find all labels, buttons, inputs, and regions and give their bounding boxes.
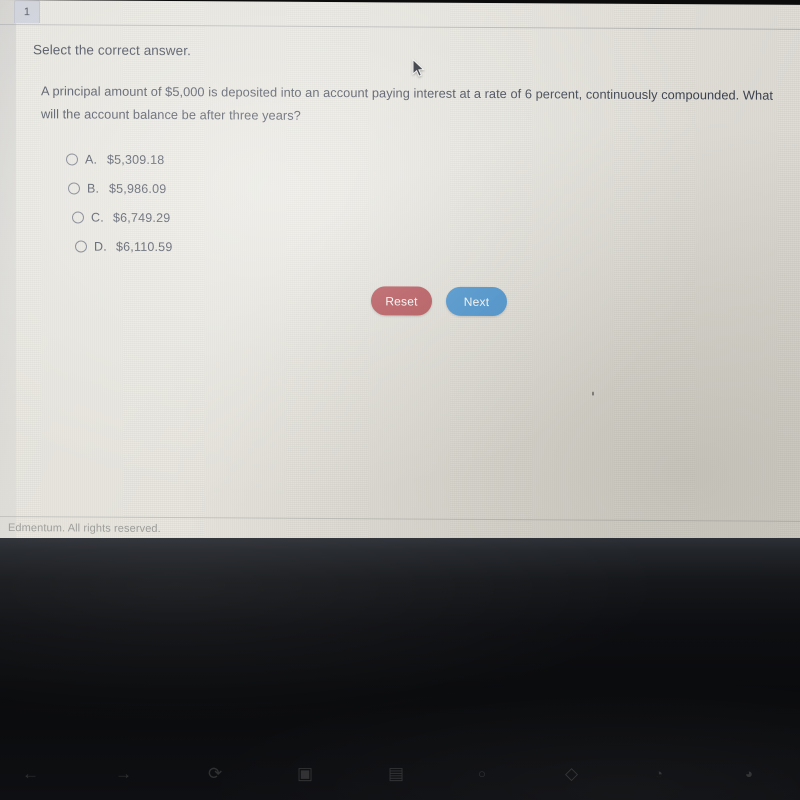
- brightness-down-icon[interactable]: ○: [478, 767, 486, 780]
- instruction-text: Select the correct answer.: [33, 42, 191, 59]
- answer-option-a[interactable]: A. $5,309.18: [66, 144, 406, 175]
- function-key-row: ← → ⟳ ▣ ▤ ○ ◇ ◔ ◕: [0, 753, 800, 793]
- laptop-photo: 1 Select the correct answer. A principal…: [0, 0, 800, 800]
- mute-icon[interactable]: ◔: [655, 767, 663, 780]
- option-value-c: $6,749.29: [113, 210, 171, 225]
- footer-copyright: Edmentum. All rights reserved.: [8, 522, 161, 535]
- screen-dust-speck: [592, 391, 594, 396]
- option-letter-c: C.: [91, 210, 104, 225]
- reload-icon[interactable]: ⟳: [208, 765, 222, 782]
- brightness-up-icon[interactable]: ◇: [565, 765, 578, 782]
- action-buttons: Reset Next: [371, 286, 507, 317]
- forward-arrow-icon[interactable]: →: [115, 765, 132, 782]
- window-overview-icon[interactable]: ▤: [388, 765, 404, 782]
- mouse-cursor-icon: [412, 58, 425, 83]
- tab-question-1[interactable]: 1: [14, 0, 40, 24]
- answer-option-d[interactable]: D. $6,110.59: [75, 231, 406, 262]
- laptop-body: ← → ⟳ ▣ ▤ ○ ◇ ◔ ◕: [0, 538, 800, 800]
- radio-button-icon-d[interactable]: [75, 239, 87, 253]
- answer-options-list: A. $5,309.18 B. $5,986.09 C. $6,749.29 D…: [66, 144, 406, 262]
- question-text: A principal amount of $5,000 is deposite…: [41, 83, 773, 123]
- next-button[interactable]: Next: [446, 286, 507, 317]
- volume-icon[interactable]: ◕: [745, 767, 753, 780]
- answer-option-c[interactable]: C. $6,749.29: [72, 202, 406, 233]
- option-letter-b: B.: [87, 181, 100, 196]
- option-value-a: $5,309.18: [107, 152, 165, 167]
- answer-option-b[interactable]: B. $5,986.09: [68, 173, 406, 204]
- option-letter-a: A.: [85, 152, 98, 167]
- option-value-d: $6,110.59: [116, 239, 173, 254]
- laptop-screen: 1 Select the correct answer. A principal…: [0, 0, 800, 550]
- radio-button-icon-a[interactable]: [66, 152, 78, 165]
- option-letter-d: D.: [94, 239, 107, 254]
- tab-label: 1: [23, 6, 31, 19]
- reset-button[interactable]: Reset: [371, 286, 432, 316]
- radio-button-icon-b[interactable]: [68, 181, 80, 194]
- question-content: Select the correct answer. A principal a…: [0, 26, 800, 526]
- radio-button-icon-c[interactable]: [72, 210, 84, 224]
- fullscreen-icon[interactable]: ▣: [297, 765, 313, 782]
- option-value-b: $5,986.09: [109, 181, 167, 196]
- back-arrow-icon[interactable]: ←: [22, 765, 39, 782]
